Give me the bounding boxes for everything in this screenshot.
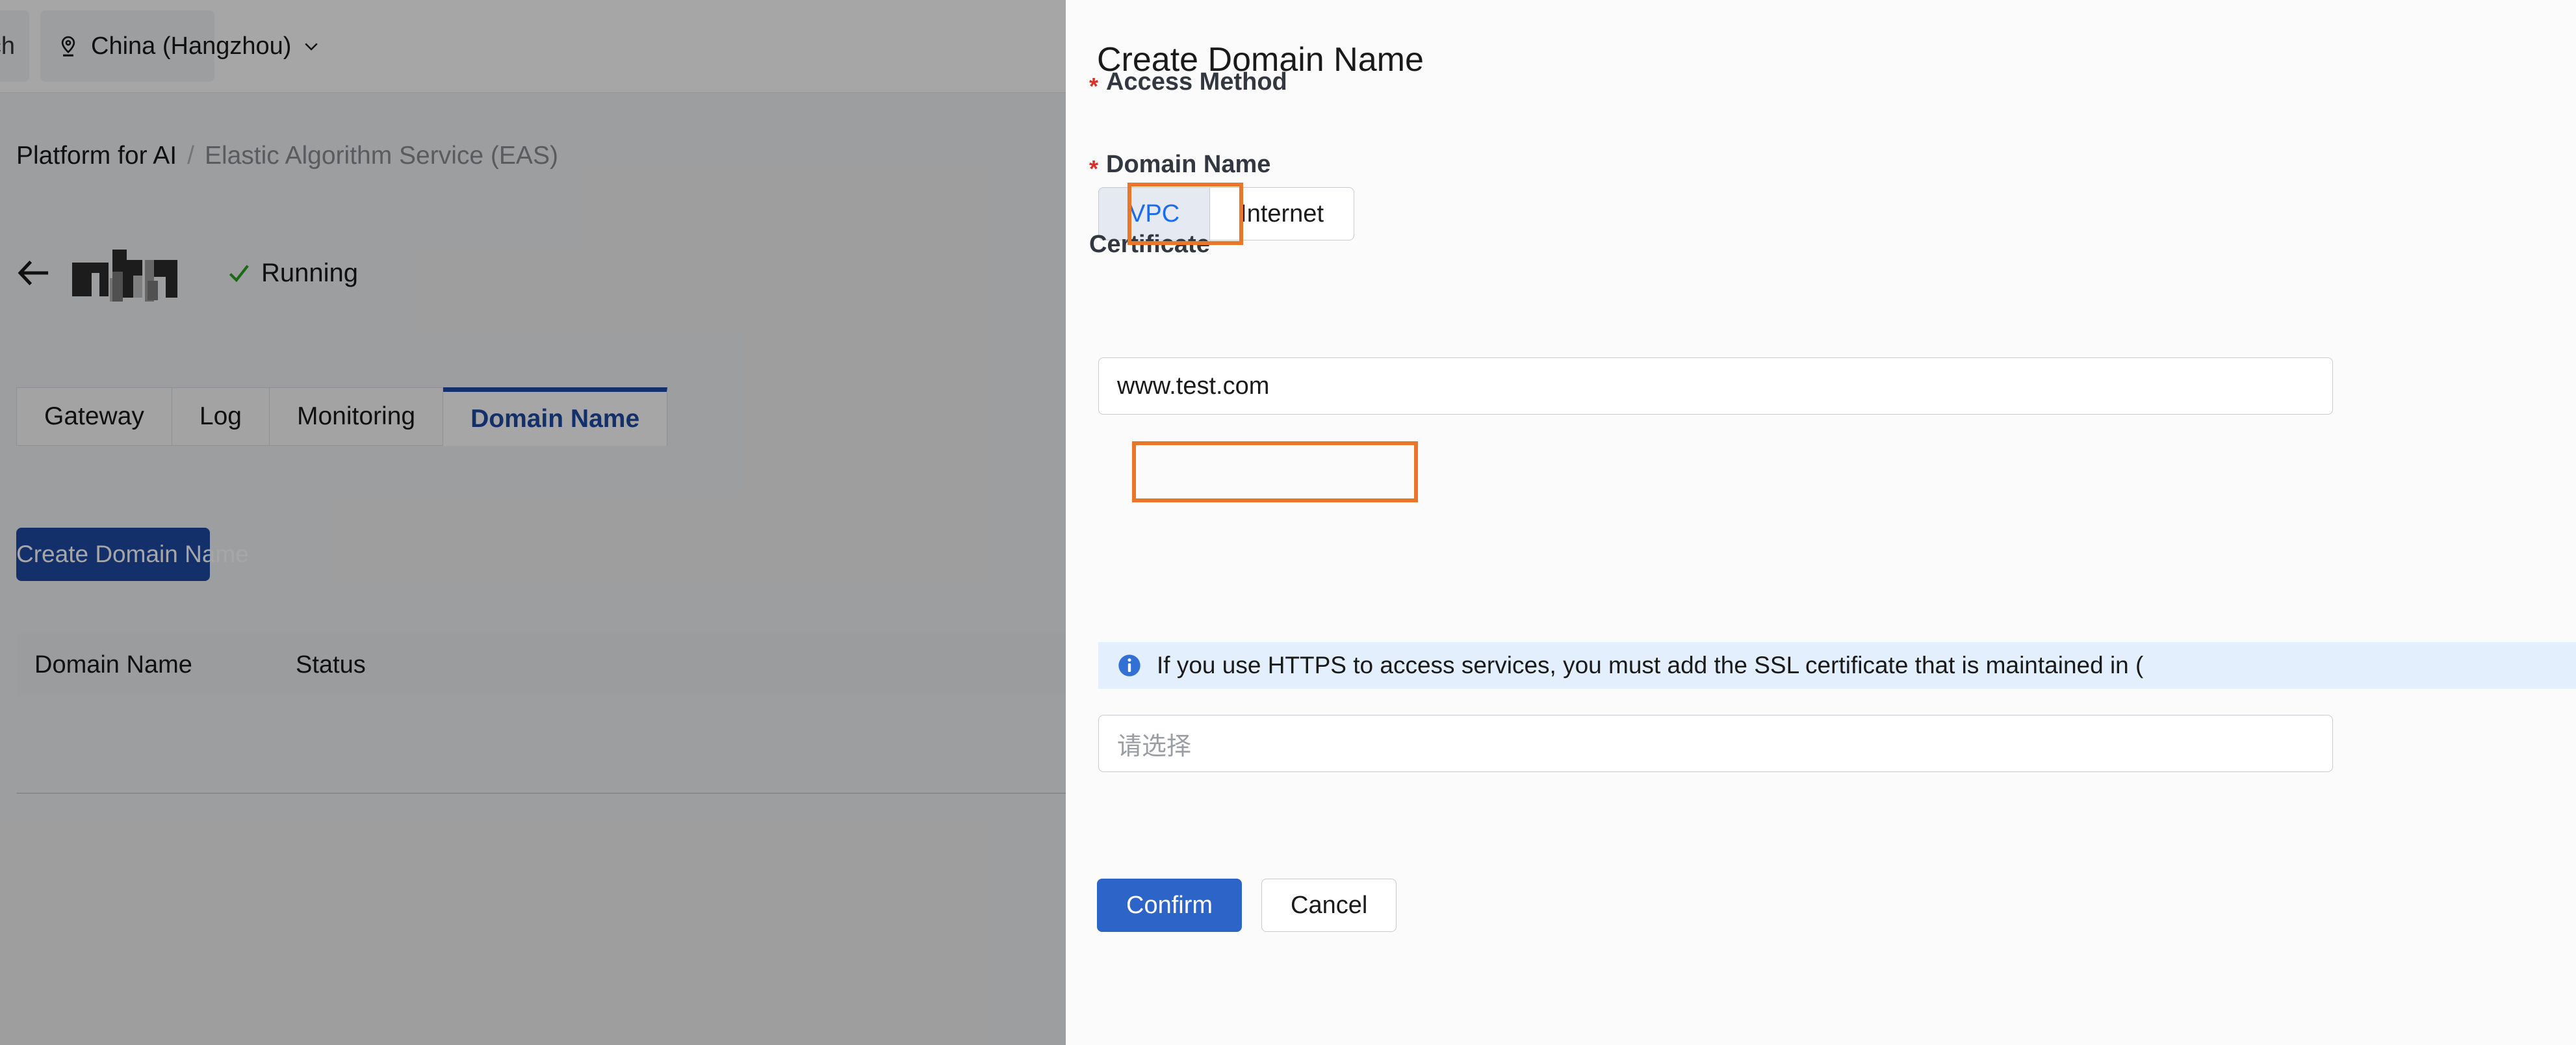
location-pin-icon (61, 36, 75, 57)
domain-name-label: * Domain Name (1089, 151, 1271, 182)
region-selector[interactable]: China (Hangzhou) (40, 10, 318, 82)
create-domain-name-button[interactable]: Create Domain Name (16, 528, 249, 581)
table-header-row: Domain Name Status (16, 634, 1066, 696)
certificate-info-text: If you use HTTPS to access services, you… (1157, 652, 2144, 678)
certificate-label: Certificate (1089, 231, 1210, 259)
tab-gateway[interactable]: Gateway (16, 387, 172, 446)
required-marker: * (1089, 155, 1099, 182)
tab-log[interactable]: Log (172, 387, 270, 446)
certificate-label-text: Certificate (1089, 231, 1210, 258)
column-header-status: Status (296, 651, 366, 678)
confirm-button[interactable]: Confirm (1097, 879, 1243, 932)
status-text: Running (261, 258, 359, 287)
tab-monitoring[interactable]: Monitoring (269, 387, 444, 446)
chevron-down-icon (305, 43, 318, 51)
certificate-select[interactable]: 请选择 (1098, 715, 2333, 772)
app-root: ch China (Hangzhou) Platform for AI / El… (0, 0, 2576, 1045)
drawer-actions: Confirm Cancel (1097, 879, 1397, 932)
region-label: China (Hangzhou) (91, 32, 292, 60)
access-method-label-text: Access Method (1106, 68, 1287, 96)
search-box[interactable]: ch (0, 10, 29, 82)
page-title-row: Running (16, 247, 358, 302)
column-header-domain-name: Domain Name (34, 651, 192, 678)
access-method-option-internet[interactable]: Internet (1210, 187, 1355, 240)
certificate-info-banner: If you use HTTPS to access services, you… (1098, 642, 2576, 689)
service-name-redacted (72, 250, 186, 302)
status-badge: Running (226, 259, 358, 288)
breadcrumb: Platform for AI / Elastic Algorithm Serv… (16, 142, 558, 170)
breadcrumb-separator: / (187, 142, 194, 170)
required-marker: * (1089, 72, 1099, 99)
cancel-button[interactable]: Cancel (1261, 879, 1397, 932)
breadcrumb-current: Elastic Algorithm Service (EAS) (204, 142, 558, 170)
table-row (16, 696, 1066, 793)
certificate-select-placeholder: 请选择 (1117, 732, 1192, 760)
breadcrumb-root[interactable]: Platform for AI (16, 142, 177, 170)
search-box-text: ch (0, 32, 15, 60)
create-domain-name-drawer: Create Domain Name * Access Method VPC I… (1066, 0, 2576, 1045)
background-page: ch China (Hangzhou) Platform for AI / El… (0, 0, 1066, 1045)
domain-name-table: Domain Name Status (16, 634, 1066, 891)
table-row (16, 793, 1066, 891)
info-circle-icon (1118, 654, 1140, 677)
access-method-label: * Access Method (1089, 68, 1287, 99)
tab-domain-name[interactable]: Domain Name (443, 387, 668, 446)
domain-name-label-text: Domain Name (1106, 151, 1271, 178)
check-icon (229, 264, 249, 283)
domain-name-input[interactable] (1098, 357, 2333, 415)
back-arrow-icon[interactable] (16, 258, 53, 288)
tab-bar: Gateway Log Monitoring Domain Name (16, 387, 668, 446)
top-navigation-bar: ch China (Hangzhou) (0, 0, 1066, 93)
